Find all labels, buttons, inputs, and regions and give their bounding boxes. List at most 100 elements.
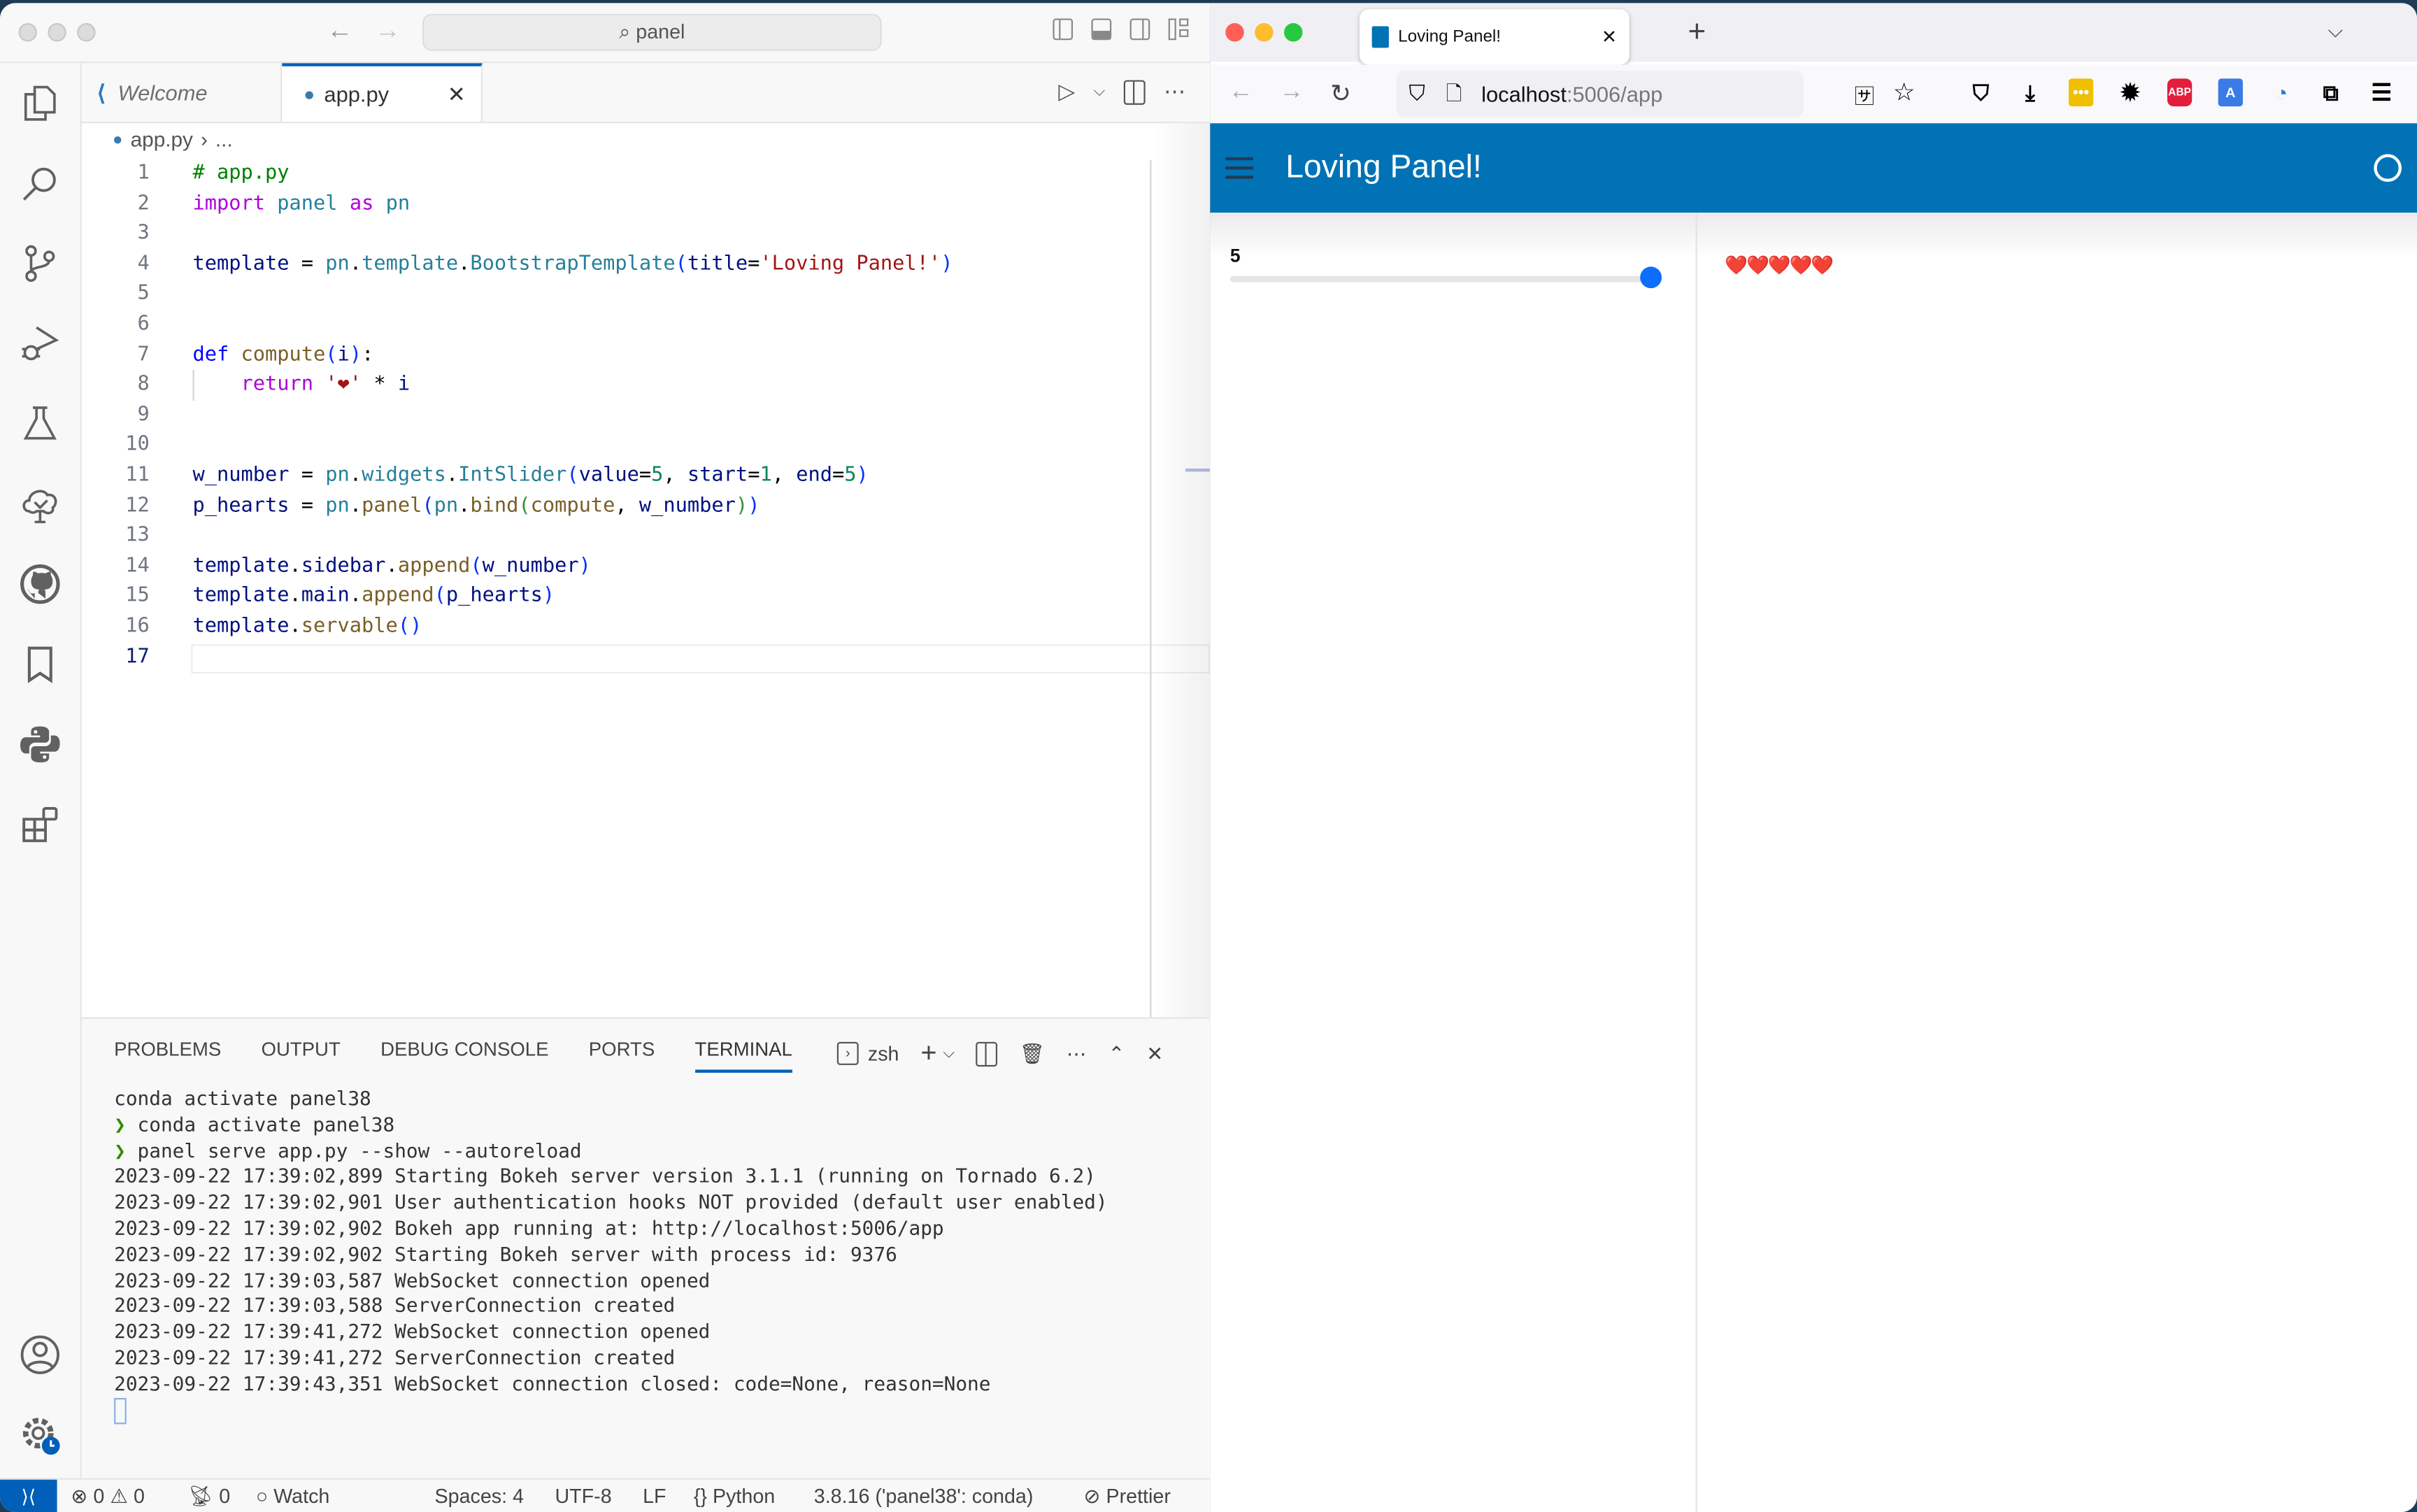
bookmark-star-icon[interactable]: ☆ xyxy=(1893,77,1916,108)
code-line[interactable]: 8 return '❤' * i xyxy=(82,370,1210,401)
github-icon[interactable] xyxy=(15,559,65,609)
lock-extension-icon[interactable]: ◔ xyxy=(2269,78,2293,106)
menu-icon[interactable]: ☰ xyxy=(2369,78,2394,106)
code-line[interactable]: 6 xyxy=(82,310,1210,340)
watch-status[interactable]: ○ Watch xyxy=(256,1484,329,1507)
forward-arrow-icon[interactable]: → xyxy=(375,15,401,46)
translate-page-icon[interactable]: 🈂 xyxy=(1855,80,1875,110)
close-window-button[interactable] xyxy=(1225,23,1244,42)
minimize-window-button[interactable] xyxy=(1255,23,1274,42)
sun-extension-icon[interactable]: ✹ xyxy=(2118,78,2142,106)
code-line[interactable]: 1 # app.py xyxy=(82,159,1210,189)
manage-gear-icon[interactable] xyxy=(15,1411,65,1460)
code-line[interactable]: 16 template.servable() xyxy=(82,612,1210,642)
page-info-icon[interactable]: 🗋 xyxy=(1446,80,1462,114)
tab-terminal[interactable]: TERMINAL xyxy=(694,1039,792,1073)
code-line[interactable]: 3 xyxy=(82,219,1210,249)
toggle-primary-sidebar-icon[interactable] xyxy=(1053,18,1074,41)
search-icon[interactable] xyxy=(15,159,65,208)
tab-debug-console[interactable]: DEBUG CONSOLE xyxy=(380,1039,548,1072)
language-status[interactable]: {} Python xyxy=(694,1484,775,1507)
sidebar-toggle-hamburger-icon[interactable] xyxy=(1225,157,1253,179)
close-panel-icon[interactable]: ✕ xyxy=(1146,1041,1163,1066)
code-line[interactable]: 5 xyxy=(82,280,1210,310)
tree-check-icon[interactable] xyxy=(15,479,65,529)
code-line[interactable]: 13 xyxy=(82,521,1210,551)
run-debug-icon[interactable] xyxy=(15,319,65,369)
interpreter-status[interactable]: 3.8.16 ('panel38': conda) xyxy=(814,1484,1034,1507)
kill-terminal-trash-icon[interactable]: 🗑 xyxy=(1020,1041,1045,1066)
ports-status[interactable]: 📡︎ 0 xyxy=(188,1484,230,1509)
forward-arrow-icon[interactable]: → xyxy=(1279,78,1304,106)
tab-welcome[interactable]: ⟨ Welcome xyxy=(82,63,283,122)
account-icon[interactable] xyxy=(15,1330,65,1380)
code-line[interactable]: 15 template.main.append(p_hearts) xyxy=(82,582,1210,612)
breadcrumb-file[interactable]: app.py xyxy=(131,128,193,151)
code-line[interactable]: 17 xyxy=(82,642,1211,673)
browser-tab-active[interactable]: Loving Panel! ✕ xyxy=(1360,9,1630,65)
close-window-button[interactable] xyxy=(18,23,37,42)
command-center-search[interactable]: ⌕ panel xyxy=(422,13,882,51)
back-arrow-icon[interactable]: ← xyxy=(1229,78,1253,106)
split-terminal-icon[interactable] xyxy=(976,1041,998,1066)
encoding-status[interactable]: UTF-8 xyxy=(555,1484,611,1507)
new-terminal-icon[interactable]: + xyxy=(920,1037,936,1069)
new-tab-icon[interactable]: + xyxy=(1688,15,1706,51)
tab-output[interactable]: OUTPUT xyxy=(262,1039,341,1072)
close-tab-icon[interactable]: ✕ xyxy=(448,81,466,107)
extensions-puzzle-icon[interactable]: ⧉ xyxy=(2318,78,2343,106)
tab-problems[interactable]: PROBLEMS xyxy=(114,1039,221,1072)
dots-extension-icon[interactable]: ••• xyxy=(2068,78,2094,107)
tracking-shield-icon[interactable]: ⛉ xyxy=(1409,80,1425,106)
code-line[interactable]: 11 w_number = pn.widgets.IntSlider(value=… xyxy=(82,461,1210,491)
source-control-icon[interactable] xyxy=(15,239,65,289)
tab-ports[interactable]: PORTS xyxy=(589,1039,655,1072)
int-slider[interactable] xyxy=(1229,266,1662,289)
url-text[interactable]: localhost:5006/app xyxy=(1481,82,1662,106)
shell-name[interactable]: zsh xyxy=(868,1042,899,1065)
remote-indicator-icon[interactable]: ⟩⟨ xyxy=(0,1479,57,1512)
more-actions-icon[interactable]: ⋯ xyxy=(1164,78,1185,104)
minimap[interactable] xyxy=(1151,123,1211,1018)
toggle-panel-icon[interactable] xyxy=(1091,18,1112,41)
testing-icon[interactable] xyxy=(15,399,65,449)
extensions-icon[interactable] xyxy=(15,800,65,850)
url-bar[interactable]: ⛉ 🗋 localhost:5006/app 🈂 ☆ xyxy=(1396,71,1915,117)
code-lines[interactable]: 1 # app.py 2 import panel as pn 3 4 template =… xyxy=(82,159,1211,673)
code-line[interactable]: 12 p_hearts = pn.panel(pn.bind(compute, w… xyxy=(82,491,1210,521)
code-line[interactable]: 2 import panel as pn xyxy=(82,189,1210,219)
download-icon[interactable]: ⤓ xyxy=(2018,78,2042,106)
reload-icon[interactable]: ↻ xyxy=(1330,78,1351,109)
code-line[interactable]: 9 xyxy=(82,400,1210,430)
back-arrow-icon[interactable]: ← xyxy=(327,15,352,46)
terminal-dropdown-chevron-icon[interactable]: ⌵ xyxy=(943,1045,955,1062)
toggle-secondary-sidebar-icon[interactable] xyxy=(1129,18,1150,41)
prettier-status[interactable]: ⊘ Prettier xyxy=(1083,1484,1170,1509)
indentation-status[interactable]: Spaces: 4 xyxy=(435,1484,524,1507)
python-icon[interactable] xyxy=(15,720,65,769)
terminal-output[interactable]: conda activate panel38 ❯ conda activate p… xyxy=(114,1087,1108,1424)
code-line[interactable]: 4 template = pn.template.BootstrapTemplat… xyxy=(82,250,1210,280)
breadcrumb-symbols[interactable]: ... xyxy=(215,128,233,151)
code-editor[interactable]: ● app.py › ... 1 # app.py 2 import panel as… xyxy=(81,123,1211,1018)
code-line[interactable]: 10 xyxy=(82,431,1210,461)
bookmark-icon[interactable] xyxy=(15,640,65,690)
customize-layout-icon[interactable] xyxy=(1168,18,1189,41)
slider-handle[interactable] xyxy=(1640,266,1662,289)
run-python-file-icon[interactable]: ▷ xyxy=(1058,78,1075,104)
more-actions-icon[interactable]: ⋯ xyxy=(1067,1041,1087,1066)
close-tab-icon[interactable]: ✕ xyxy=(1602,26,1617,48)
eol-status[interactable]: LF xyxy=(643,1484,666,1507)
split-editor-icon[interactable] xyxy=(1123,79,1146,104)
maximize-panel-chevron-up-icon[interactable]: ⌃ xyxy=(1108,1041,1125,1066)
pocket-icon[interactable]: ⛉ xyxy=(1969,78,1993,106)
run-dropdown-chevron-icon[interactable]: ⌵ xyxy=(1094,83,1106,100)
explorer-icon[interactable] xyxy=(15,78,65,128)
maximize-window-button[interactable] xyxy=(1284,23,1303,42)
problems-status[interactable]: ⊗ 0 ⚠ 0 xyxy=(71,1484,145,1509)
list-all-tabs-chevron-icon[interactable]: ⌵ xyxy=(2328,18,2344,43)
minimize-window-button[interactable] xyxy=(48,23,66,42)
maximize-window-button[interactable] xyxy=(77,23,96,42)
tab-app-py[interactable]: ● app.py ✕ xyxy=(282,63,483,122)
translate-extension-icon[interactable]: A xyxy=(2218,78,2243,107)
